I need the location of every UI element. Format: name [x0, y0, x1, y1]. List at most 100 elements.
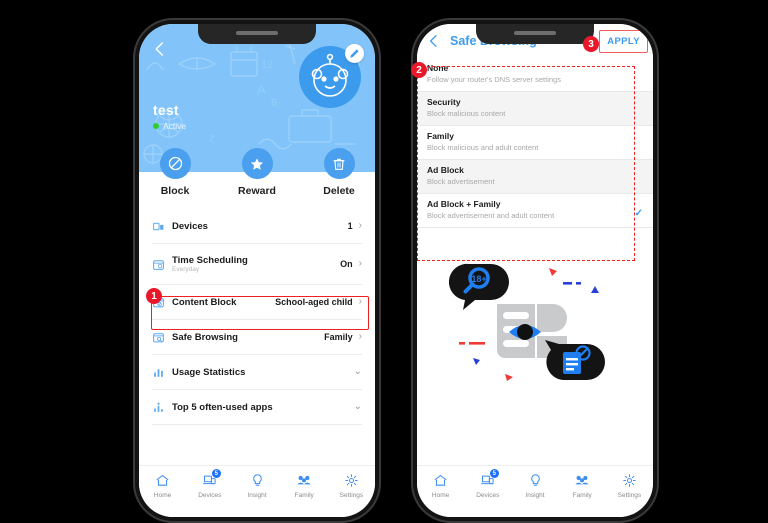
chevron-right-icon: › — [358, 258, 362, 269]
tab-label: Home — [153, 492, 172, 499]
tab-label: Family — [572, 492, 592, 499]
settings-list: Devices 1 › Time Scheduling Everyday On … — [139, 209, 375, 425]
tab-home[interactable]: Home — [417, 471, 464, 499]
option-ad-block-family[interactable]: Ad Block + Family Block advertisement an… — [417, 194, 653, 228]
status-dot-icon — [153, 123, 159, 129]
action-delete-label: Delete — [323, 185, 355, 197]
left-phone-frame: A B z 12 test Active Block Reward Delete… — [133, 18, 381, 523]
tab-label: Settings — [339, 492, 364, 499]
tab-devices[interactable]: 5 Devices — [464, 469, 511, 499]
chevron-right-icon: › — [358, 331, 362, 342]
tab-family[interactable]: Family — [559, 471, 606, 499]
devices-badge: 5 — [489, 469, 499, 478]
right-phone-frame: Safe Browsing APPLY None Follow your rou… — [411, 18, 659, 523]
list-item-title: Devices — [172, 220, 208, 232]
bottom-tabbar-left: Home 5 Devices Insight Family Settings — [139, 465, 375, 517]
action-reward[interactable]: Reward — [231, 148, 283, 197]
tab-insight[interactable]: Insight — [511, 471, 558, 499]
screenshot-canvas: A B z 12 test Active Block Reward Delete… — [0, 0, 768, 523]
gear-icon — [606, 471, 653, 490]
apply-button-wrap: APPLY — [599, 29, 648, 53]
list-item-top-apps[interactable]: Top 5 often-used apps ⌄ — [152, 390, 362, 425]
list-item-value: Family — [324, 332, 353, 342]
back-arrow-icon[interactable] — [426, 33, 442, 49]
star-icon — [241, 148, 273, 179]
list-item-title: Time Scheduling — [172, 254, 248, 266]
option-desc: Block malicious and adult content — [427, 143, 539, 152]
list-item-value: On — [340, 259, 353, 269]
right-phone-screen: Safe Browsing APPLY None Follow your rou… — [417, 24, 653, 517]
option-name: Ad Block + Family — [427, 199, 501, 209]
option-name: Family — [427, 131, 454, 141]
status-label: Active — [163, 121, 187, 131]
list-item-time-scheduling[interactable]: Time Scheduling Everyday On › — [152, 244, 362, 285]
family-icon — [559, 471, 606, 490]
svg-text:z: z — [209, 131, 215, 145]
devices-icon — [152, 220, 172, 233]
list-item-title: Content Block — [172, 296, 237, 308]
option-name: None — [427, 63, 449, 73]
tab-label: Insight — [247, 492, 267, 499]
bulb-icon — [233, 471, 280, 490]
option-name: Ad Block — [427, 165, 464, 175]
bottom-tabbar-right: Home 5 Devices Insight Family Settings — [417, 465, 653, 517]
left-phone-screen: A B z 12 test Active Block Reward Delete… — [139, 24, 375, 517]
list-item-title: Safe Browsing — [172, 331, 238, 343]
tab-family[interactable]: Family — [281, 471, 328, 499]
pencil-edit-icon — [350, 49, 359, 58]
chevron-right-icon: › — [358, 296, 362, 307]
chevron-down-icon: ⌄ — [353, 401, 362, 412]
tab-label: Devices — [198, 492, 222, 499]
svg-text:12: 12 — [261, 59, 273, 71]
list-item-content-block[interactable]: Content Block School-aged child › — [152, 285, 362, 320]
tab-devices[interactable]: 5 Devices — [186, 469, 233, 499]
svg-text:18+: 18+ — [471, 274, 486, 284]
check-icon: ✓ — [634, 208, 643, 219]
family-icon — [281, 471, 328, 490]
step-marker-3: 3 — [583, 36, 599, 52]
option-none[interactable]: None Follow your router's DNS server set… — [417, 58, 653, 92]
avatar-edit-badge[interactable] — [345, 44, 364, 63]
tab-label: Devices — [476, 492, 500, 499]
option-desc: Follow your router's DNS server settings — [427, 75, 561, 84]
safe-browsing-options: None Follow your router's DNS server set… — [417, 58, 653, 228]
option-desc: Block malicious content — [427, 109, 506, 118]
devices-icon — [186, 471, 233, 490]
tab-insight[interactable]: Insight — [233, 471, 280, 499]
bar-chart-icon — [152, 366, 172, 379]
chevron-down-icon: ⌄ — [353, 366, 362, 377]
tab-settings[interactable]: Settings — [606, 471, 653, 499]
safe-browsing-illustration: 18+ — [417, 246, 653, 396]
profile-status: Active — [153, 121, 186, 131]
bulb-icon — [511, 471, 558, 490]
phone-notch-left — [198, 24, 316, 44]
option-desc: Block advertisement — [427, 177, 495, 186]
svg-text:B: B — [271, 98, 278, 109]
list-item-value: 1 — [347, 221, 353, 231]
speaker-grille — [236, 31, 278, 35]
list-item-value: School-aged child — [275, 297, 353, 307]
quick-actions: Block Reward Delete — [139, 148, 375, 197]
list-item-safe-browsing[interactable]: Safe Browsing Family › — [152, 320, 362, 355]
avatar[interactable] — [299, 44, 364, 108]
tab-home[interactable]: Home — [139, 471, 186, 499]
back-arrow-icon[interactable] — [151, 40, 169, 58]
schedule-icon — [152, 258, 172, 271]
option-security[interactable]: Security Block malicious content — [417, 92, 653, 126]
profile-name: test — [153, 102, 179, 118]
apply-highlight — [599, 29, 648, 53]
tab-label: Insight — [525, 492, 545, 499]
tab-settings[interactable]: Settings — [328, 471, 375, 499]
option-ad-block[interactable]: Ad Block Block advertisement — [417, 160, 653, 194]
option-family[interactable]: Family Block malicious and adult content — [417, 126, 653, 160]
trash-icon — [323, 148, 355, 179]
phone-notch-right — [476, 24, 594, 44]
safe-browsing-icon — [152, 331, 172, 344]
action-block[interactable]: Block — [149, 148, 201, 197]
tab-label: Family — [294, 492, 314, 499]
block-circle-icon — [159, 148, 191, 179]
action-delete[interactable]: Delete — [313, 148, 365, 197]
devices-badge: 5 — [211, 469, 221, 478]
list-item-usage-statistics[interactable]: Usage Statistics ⌄ — [152, 355, 362, 390]
list-item-devices[interactable]: Devices 1 › — [152, 209, 362, 244]
